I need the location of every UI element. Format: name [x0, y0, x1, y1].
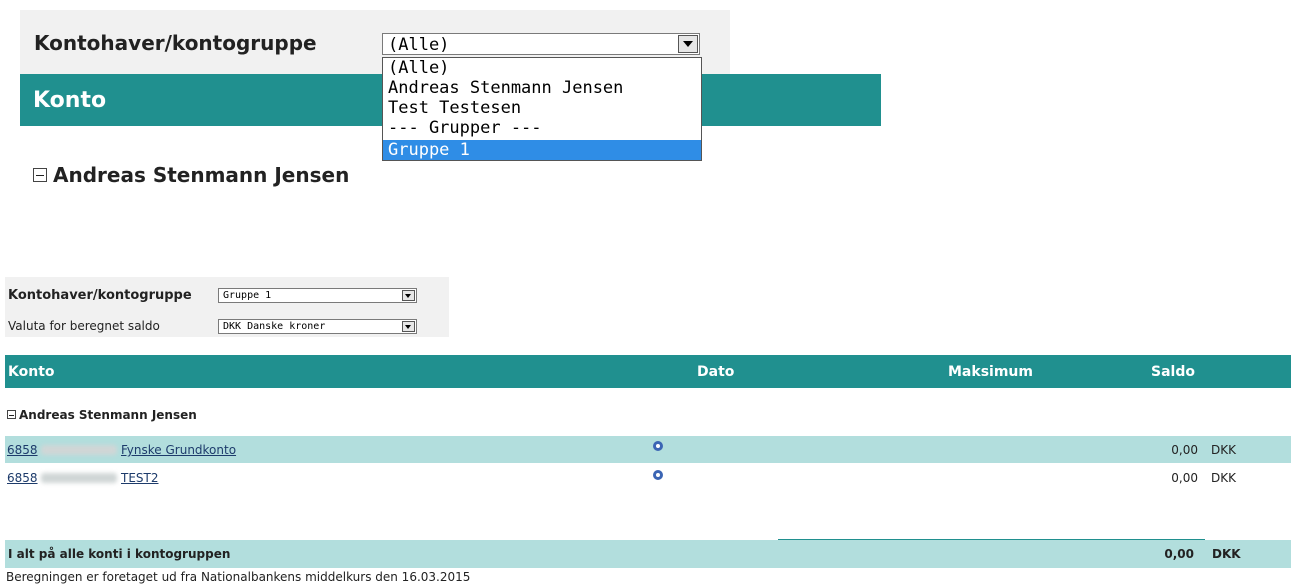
column-header-maksimum[interactable]: Maksimum	[948, 364, 1033, 380]
dropdown-arrow-icon[interactable]	[678, 35, 698, 53]
currency-select-value: DKK Danske kroner	[223, 321, 326, 332]
owner-filter-label: Kontohaver/kontogruppe	[8, 288, 192, 303]
dropdown-arrow-icon[interactable]	[402, 290, 415, 301]
owner-select-value: Gruppe 1	[223, 290, 272, 301]
dropdown-option[interactable]: Andreas Stenmann Jensen	[383, 78, 701, 98]
column-header-konto[interactable]: Konto	[8, 364, 55, 380]
total-amount: 0,00	[1164, 547, 1194, 561]
zoomed-owner-heading[interactable]: Andreas Stenmann Jensen	[33, 163, 349, 187]
owner-dropdown-list[interactable]: (Alle) Andreas Stenmann Jensen Test Test…	[382, 57, 702, 161]
account-name-link[interactable]: TEST2	[121, 471, 159, 485]
column-header-saldo[interactable]: Saldo	[1151, 364, 1195, 380]
dropdown-option-selected[interactable]: Gruppe 1	[383, 140, 701, 160]
account-saldo: 0,00	[1171, 471, 1198, 485]
dropdown-option[interactable]: (Alle)	[383, 58, 701, 78]
table-row: 6858 Fynske Grundkonto 0,00 DKK	[5, 436, 1291, 463]
total-label: I alt på alle konti i kontogruppen	[8, 547, 231, 561]
status-ring-icon	[653, 470, 663, 480]
owner-select[interactable]: Gruppe 1	[218, 288, 417, 303]
account-reg-link[interactable]: 6858	[7, 471, 38, 485]
zoomed-header-title: Konto	[33, 88, 107, 113]
status-ring-icon	[653, 441, 663, 451]
accounts-table-header	[5, 355, 1291, 388]
dropdown-arrow-icon[interactable]	[402, 321, 415, 332]
account-currency: DKK	[1211, 443, 1236, 457]
table-row: 6858 TEST2 0,00 DKK	[5, 464, 1291, 491]
exchange-rate-footnote: Beregningen er foretaget ud fra National…	[6, 570, 471, 584]
masked-account-number	[41, 445, 117, 455]
zoomed-owner-name: Andreas Stenmann Jensen	[53, 163, 350, 187]
dropdown-option[interactable]: Test Testesen	[383, 98, 701, 118]
currency-select[interactable]: DKK Danske kroner	[218, 319, 417, 334]
zoomed-owner-select-value: (Alle)	[388, 35, 450, 55]
owner-group-name: Andreas Stenmann Jensen	[19, 408, 197, 422]
account-reg-link[interactable]: 6858	[7, 443, 38, 457]
owner-group-heading[interactable]: Andreas Stenmann Jensen	[7, 408, 197, 422]
zoomed-owner-select[interactable]: (Alle)	[382, 33, 700, 55]
minus-box-icon[interactable]	[33, 168, 47, 182]
minus-box-icon[interactable]	[7, 410, 16, 419]
dropdown-option-separator: --- Grupper ---	[388, 118, 542, 138]
column-header-dato[interactable]: Dato	[697, 364, 734, 380]
currency-filter-label: Valuta for beregnet saldo	[8, 319, 160, 333]
account-currency: DKK	[1211, 471, 1236, 485]
account-name-link[interactable]: Fynske Grundkonto	[121, 443, 236, 457]
account-saldo: 0,00	[1171, 443, 1198, 457]
total-currency: DKK	[1212, 547, 1241, 561]
masked-account-number	[41, 473, 117, 483]
zoomed-owner-filter-label: Kontohaver/kontogruppe	[34, 31, 317, 55]
